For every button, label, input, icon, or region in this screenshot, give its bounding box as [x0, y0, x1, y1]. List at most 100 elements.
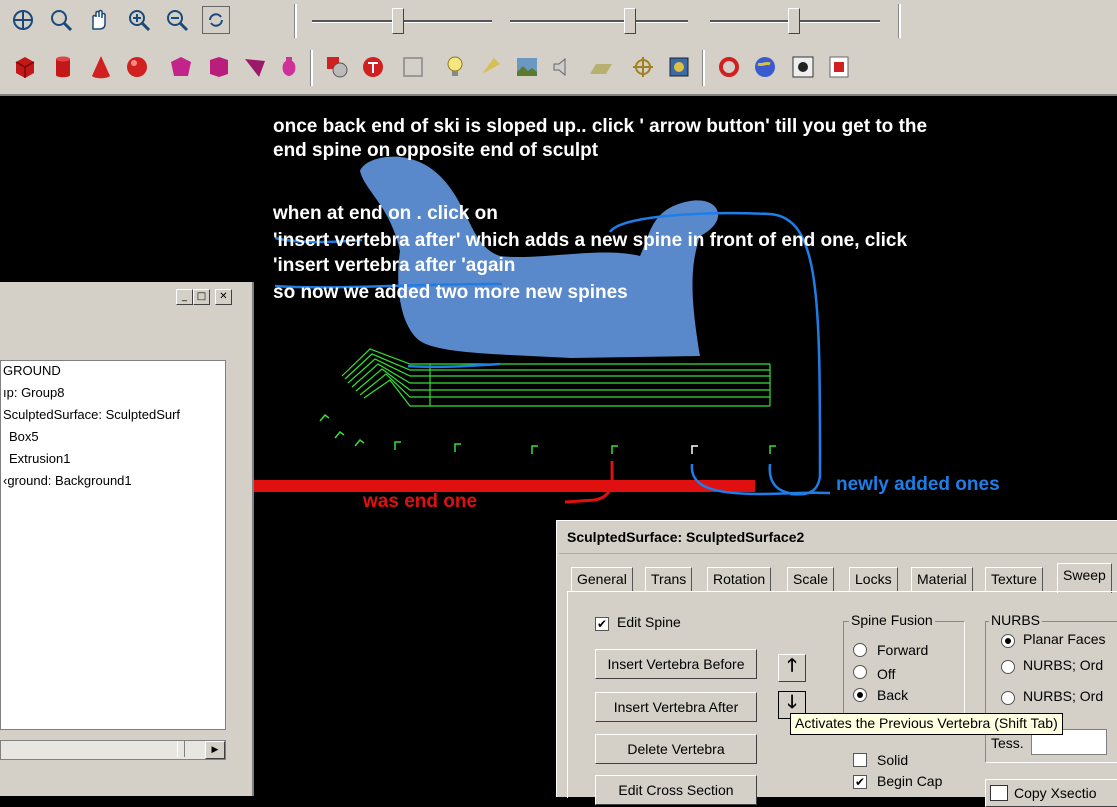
nurbs-order-radio[interactable]: [1001, 660, 1015, 674]
tab-trans[interactable]: Trans: [645, 567, 693, 591]
instruction-line: 'insert vertebra after' which adds a new…: [273, 230, 908, 251]
export-icon[interactable]: [824, 52, 854, 82]
selected-spine-marker: [691, 445, 698, 454]
dialog-title: SculptedSurface: SculptedSurface2: [567, 529, 805, 545]
delete-vertebra-button[interactable]: Delete Vertebra: [595, 734, 757, 764]
insert-vertebra-after-button[interactable]: Insert Vertebra After: [595, 692, 757, 722]
toolbar-separator: [702, 50, 705, 86]
nurbs-option-label: NURBS; Ord: [1023, 688, 1104, 704]
light-icon[interactable]: [440, 52, 470, 82]
cylinder-icon[interactable]: [48, 52, 78, 82]
slider-thumb[interactable]: [392, 8, 404, 34]
instruction-line: end spine on opposite end of sculpt: [273, 140, 599, 161]
solid-label: Solid: [877, 752, 909, 768]
copy-xsection-label: Copy Xsectio: [1014, 785, 1097, 801]
nurbs-option-label: Planar Faces: [1023, 631, 1106, 647]
nurbs-option-label: NURBS; Ord: [1023, 657, 1104, 673]
zoom-icon[interactable]: [46, 5, 76, 35]
hand-pan-icon[interactable]: [84, 5, 114, 35]
spine-fusion-back-radio[interactable]: [853, 688, 867, 702]
minimize-icon[interactable]: _: [176, 289, 193, 305]
cad-icon[interactable]: [398, 52, 428, 82]
tab-general[interactable]: General: [571, 567, 633, 591]
scrollbar-thumb[interactable]: [177, 741, 185, 757]
viewpoint-icon[interactable]: [628, 52, 658, 82]
sphere-icon[interactable]: [122, 52, 152, 82]
instruction-line: so now we added two more new spines: [273, 282, 628, 303]
slider-thumb[interactable]: [624, 8, 636, 34]
dialog-titlebar[interactable]: SculptedSurface: SculptedSurface2: [559, 523, 1117, 554]
box-icon[interactable]: [10, 52, 40, 82]
spotlight-icon[interactable]: [476, 52, 506, 82]
tree-item[interactable]: GROUND: [3, 363, 61, 378]
edit-spine-checkbox[interactable]: ✔: [595, 617, 609, 631]
solid-checkbox[interactable]: [853, 753, 867, 767]
nurbs-icon[interactable]: [240, 52, 270, 82]
tree-item[interactable]: SculptedSurface: SculptedSurf: [3, 407, 180, 422]
spine-fusion-off-radio[interactable]: [853, 665, 867, 679]
tab-material[interactable]: Material: [911, 567, 973, 591]
red-underline-bar: [250, 480, 755, 492]
spine-markers: [319, 413, 776, 454]
edit-cross-section-button[interactable]: Edit Cross Section: [595, 775, 757, 805]
planar-faces-radio[interactable]: [1001, 634, 1015, 648]
nurbs-label: NURBS: [989, 612, 1043, 628]
was-end-one-label: was end one: [363, 491, 478, 512]
close-icon[interactable]: ✕: [215, 289, 232, 305]
tab-texture[interactable]: Texture: [985, 567, 1043, 591]
edit-spine-label: Edit Spine: [617, 614, 681, 630]
sound-icon[interactable]: [548, 52, 578, 82]
vase-icon[interactable]: [274, 52, 304, 82]
properties-dialog: SculptedSurface: SculptedSurface2 Genera…: [556, 520, 1117, 807]
lathe-icon[interactable]: [204, 52, 234, 82]
extrusion-icon[interactable]: [166, 52, 196, 82]
spine-fusion-forward-radio[interactable]: [853, 643, 867, 657]
tab-scale[interactable]: Scale: [787, 567, 835, 591]
refresh-view-icon[interactable]: [202, 6, 230, 34]
animate-icon[interactable]: [714, 52, 744, 82]
tab-sweep[interactable]: Sweep: [1057, 563, 1112, 593]
copy-icon: [990, 785, 1008, 801]
slider-thumb[interactable]: [788, 8, 800, 34]
primitives-toolbar: [0, 42, 1117, 96]
ground-icon[interactable]: [586, 52, 616, 82]
newly-added-label: newly added ones: [836, 474, 1000, 495]
spine-fusion-option-label: Back: [877, 687, 909, 703]
pan-rotate-icon[interactable]: [8, 5, 38, 35]
keyframe-icon[interactable]: [788, 52, 818, 82]
spine-fusion-option-label: Off: [877, 666, 896, 682]
background-icon[interactable]: [512, 52, 542, 82]
window-titlebar[interactable]: _ □ ✕: [0, 282, 250, 312]
instruction-line: when at end on . click on: [273, 203, 498, 224]
scene-tree[interactable]: GROUND ıp: Group8 SculptedSurface: Sculp…: [0, 360, 226, 730]
cone-icon[interactable]: [86, 52, 116, 82]
spine-fusion-label: Spine Fusion: [849, 612, 935, 628]
group-icon[interactable]: [322, 52, 352, 82]
tree-item[interactable]: Box5: [9, 429, 39, 444]
instruction-line: 'insert vertebra after 'again: [273, 255, 516, 276]
texture-icon[interactable]: [664, 52, 694, 82]
zoom-in-icon[interactable]: [124, 5, 154, 35]
maximize-icon[interactable]: □: [193, 289, 210, 305]
zoom-out-icon[interactable]: [162, 5, 192, 35]
scroll-right-icon[interactable]: ▶: [205, 741, 225, 759]
scene-tree-window: _ □ ✕ GROUND ıp: Group8 SculptedSurface:…: [0, 282, 254, 796]
tab-rotation[interactable]: Rotation: [707, 567, 772, 591]
tree-item[interactable]: ‹ground: Background1: [3, 473, 132, 488]
toolbar-separator: [898, 4, 901, 38]
nurbs-order-radio[interactable]: [1001, 691, 1015, 705]
instruction-line: once back end of ski is sloped up.. clic…: [273, 116, 928, 137]
next-vertebra-up-arrow-icon[interactable]: 🡑: [778, 654, 806, 682]
copy-xsection-button[interactable]: Copy Xsectio: [985, 779, 1117, 807]
tab-locks[interactable]: Locks: [849, 567, 898, 591]
tess-label: Tess.: [991, 735, 1024, 751]
horizontal-scrollbar[interactable]: ▶: [0, 740, 226, 760]
tree-item[interactable]: ıp: Group8: [3, 385, 64, 400]
globe-icon[interactable]: [750, 52, 780, 82]
text-icon[interactable]: [358, 52, 388, 82]
sculpted-surface-wireframe: [341, 348, 771, 407]
insert-vertebra-before-button[interactable]: Insert Vertebra Before: [595, 649, 757, 679]
begin-cap-checkbox[interactable]: ✔: [853, 775, 867, 789]
toolbar-separator: [294, 4, 297, 38]
tree-item[interactable]: Extrusion1: [9, 451, 70, 466]
